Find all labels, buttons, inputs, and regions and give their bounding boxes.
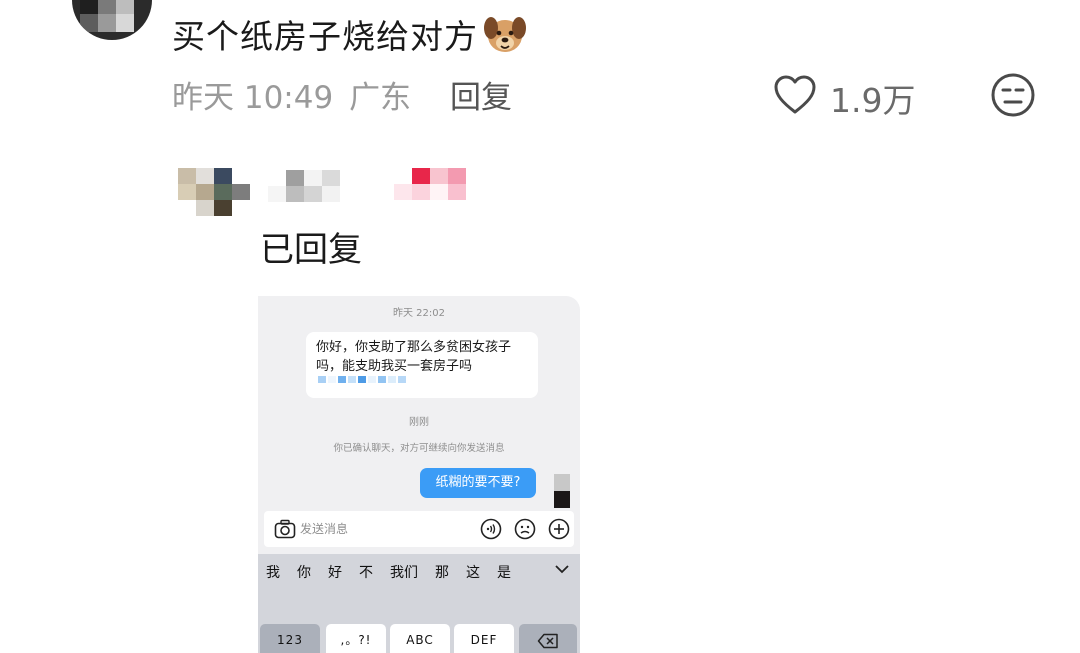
candidate-word[interactable]: 你: [297, 562, 311, 582]
replier-name-mosaic: [268, 170, 358, 202]
emoji-icon[interactable]: [514, 518, 536, 540]
replier-badge-mosaic: [394, 168, 484, 200]
candidate-word[interactable]: 我们: [390, 562, 418, 582]
key-abc[interactable]: ABC: [390, 624, 450, 653]
reply-button[interactable]: 回复: [450, 72, 512, 117]
commenter-avatar[interactable]: [72, 0, 152, 40]
candidate-bar: 我 你 好 不 我们 那 这 是: [258, 554, 580, 590]
incoming-message-line-2: 吗，能支助我买一套房子吗: [316, 359, 473, 374]
replier-avatar-mosaic: [178, 168, 250, 216]
key-123[interactable]: 123: [260, 624, 320, 653]
avatar-mosaic: [80, 0, 134, 32]
message-input-bar: [264, 511, 574, 547]
heart-icon[interactable]: [772, 74, 818, 116]
like-count: 1.9万: [830, 81, 916, 120]
outgoing-message-bubble: 纸糊的要不要?: [420, 468, 536, 498]
self-avatar: [554, 474, 570, 508]
unamused-face-icon[interactable]: [990, 72, 1036, 118]
incoming-message-line-1: 你好，你支助了那么多贫困女孩子: [316, 340, 512, 355]
reply-text: 已回复: [260, 230, 362, 270]
system-notice: 你已确认聊天，对方可继续向你发送消息: [333, 443, 505, 454]
chat-timestamp: 昨天 22:02: [393, 308, 445, 319]
backspace-icon: [537, 633, 558, 649]
candidate-word[interactable]: 那: [435, 562, 449, 582]
chat-screenshot: 昨天 22:02 你好，你支助了那么多贫困女孩子 吗，能支助我买一套房子吗 刚刚…: [258, 296, 580, 653]
pixelated-text: [318, 376, 406, 383]
comment-time: 昨天 10:49: [172, 80, 334, 116]
candidate-word[interactable]: 我: [266, 562, 280, 582]
plus-icon[interactable]: [548, 518, 570, 540]
candidate-word[interactable]: 这: [466, 562, 480, 582]
comment-location: 广东: [349, 80, 412, 116]
keyboard: 我 你 好 不 我们 那 这 是 123 ,。?! ABC DEF: [258, 554, 580, 653]
camera-icon[interactable]: [274, 519, 296, 539]
incoming-message-bubble: 你好，你支助了那么多贫困女孩子 吗，能支助我买一套房子吗: [306, 332, 538, 398]
message-input[interactable]: [300, 520, 450, 538]
candidate-word[interactable]: 好: [328, 562, 342, 582]
dog-face-emoji-icon: [484, 17, 526, 52]
key-punctuation[interactable]: ,。?!: [326, 624, 386, 653]
comment-body: 买个纸房子烧给对方: [172, 10, 528, 58]
key-def[interactable]: DEF: [454, 624, 514, 653]
voice-icon[interactable]: [480, 518, 502, 540]
delete-key[interactable]: [519, 624, 577, 653]
candidate-word[interactable]: 是: [497, 562, 511, 582]
comment-meta: 昨天 10:49 广东: [172, 72, 411, 117]
comment-text: 买个纸房子烧给对方: [172, 17, 478, 56]
candidate-word[interactable]: 不: [359, 562, 373, 582]
chevron-down-icon[interactable]: [554, 563, 570, 575]
chat-timestamp-recent: 刚刚: [409, 417, 429, 428]
